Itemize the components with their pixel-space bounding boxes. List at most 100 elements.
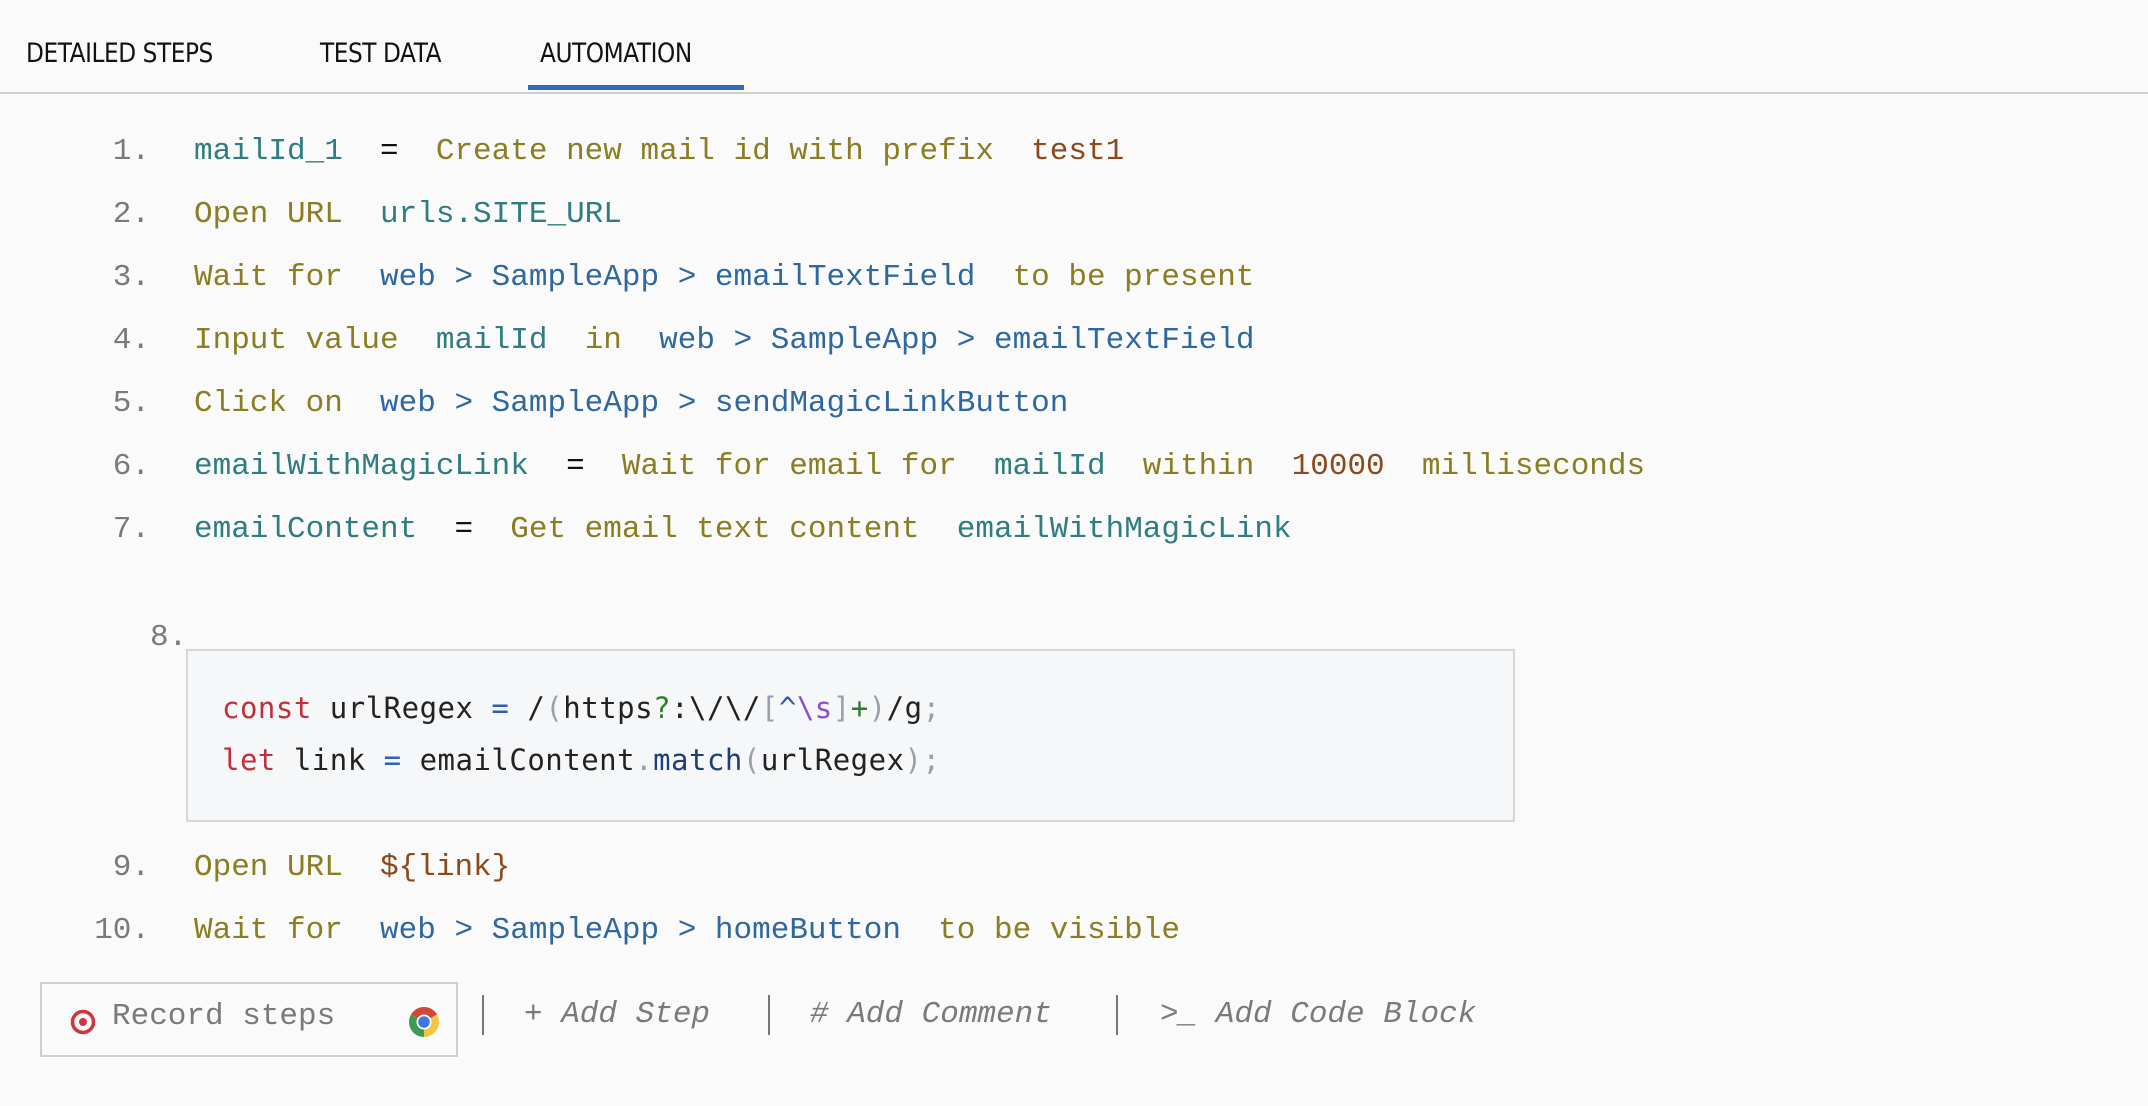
code-token: :\/\/ [671, 691, 761, 725]
toolbar-divider [1116, 995, 1118, 1035]
variable-token[interactable]: urls.SITE_URL [380, 197, 622, 232]
code-token: ( [742, 743, 761, 777]
code-token: . [635, 743, 654, 777]
add-step-button[interactable]: + Add Step [524, 997, 710, 1032]
step-content[interactable]: Wait for web > SampleApp > emailTextFiel… [194, 258, 1254, 298]
literal-token[interactable]: test1 [1031, 134, 1124, 169]
record-steps-label: Record steps [112, 999, 336, 1034]
literal-token[interactable]: 10000 [1292, 449, 1385, 484]
step-content[interactable]: Open URL ${link} [194, 848, 510, 888]
record-steps-button[interactable]: Record steps [40, 982, 458, 1057]
operator-token [399, 323, 436, 358]
action-token: Get email text content [510, 512, 920, 547]
step-number: 8. [150, 620, 188, 655]
add-code-block-button[interactable]: >_ Add Code Block [1160, 997, 1476, 1032]
operator-token [920, 512, 957, 547]
action-token: Create new mail id with prefix [435, 134, 994, 169]
locator-token[interactable]: web > SampleApp > homeButton [380, 913, 901, 948]
step-content[interactable]: Input value mailId in web > SampleApp > … [194, 321, 1254, 361]
action-token: to be visible [938, 913, 1180, 948]
code-token: ^ [778, 691, 797, 725]
variable-token[interactable]: emailWithMagicLink [957, 512, 1292, 547]
tab-detailed-steps[interactable]: DETAILED STEPS [26, 38, 213, 90]
locator-token[interactable]: web > SampleApp > emailTextField [380, 260, 975, 295]
operator-token [1254, 449, 1291, 484]
tab-automation[interactable]: AUTOMATION [540, 38, 692, 90]
step-number: 10. [94, 913, 150, 948]
action-token: Wait for [194, 260, 343, 295]
operator-token [1106, 449, 1143, 484]
code-token: ; [922, 743, 941, 777]
operator-token [622, 323, 659, 358]
action-token: milliseconds [1421, 449, 1646, 484]
code-token: const [222, 691, 312, 725]
operator-token [547, 323, 584, 358]
code-token: ) [868, 691, 887, 725]
action-token: Input value [194, 323, 399, 358]
variable-token[interactable]: emailWithMagicLink [194, 449, 529, 484]
step-row-code-block: 8. Code Block [0, 578, 464, 734]
action-token: Click on [194, 386, 343, 421]
code-editor[interactable]: const urlRegex = /(https?:\/\/[^\s]+)/g;… [186, 649, 1515, 822]
code-line: let link = emailContent.match(urlRegex); [222, 743, 940, 777]
operator-token [1385, 449, 1422, 484]
tab-bar: DETAILED STEPS TEST DATA AUTOMATION [0, 0, 2148, 94]
step-content[interactable]: emailContent = Get email text content em… [194, 510, 1292, 550]
code-token: link [275, 743, 384, 777]
operator-token: = [342, 134, 436, 169]
step-content[interactable]: Click on web > SampleApp > sendMagicLink… [194, 384, 1068, 424]
code-token: ; [922, 691, 941, 725]
action-token: Wait for email for [621, 449, 957, 484]
step-content[interactable]: emailWithMagicLink = Wait for email for … [194, 447, 1645, 487]
step-number: 7. [112, 512, 150, 547]
code-token: ? [653, 691, 672, 725]
code-token: ( [545, 691, 564, 725]
step-number: 2. [112, 197, 150, 232]
variable-token[interactable]: mailId [436, 323, 548, 358]
action-token: Open URL [194, 197, 343, 232]
code-line: const urlRegex = /(https?:\/\/[^\s]+)/g; [222, 691, 941, 725]
code-token: /g [886, 691, 923, 725]
code-token: [ [760, 691, 779, 725]
action-token: within [1142, 449, 1255, 484]
action-token: Open URL [194, 850, 343, 885]
locator-token[interactable]: web > SampleApp > sendMagicLinkButton [380, 386, 1068, 421]
operator-token [343, 913, 380, 948]
toolbar-divider [482, 995, 484, 1035]
step-content[interactable]: Wait for web > SampleApp > homeButton to… [194, 911, 1180, 951]
action-token: in [584, 323, 622, 358]
step-number: 1. [112, 134, 150, 169]
literal-token[interactable]: ${link} [380, 850, 510, 885]
step-toolbar: Record steps + Add Step # Add Comment >_… [0, 975, 2148, 1057]
operator-token: = [528, 449, 622, 484]
operator-token [957, 449, 994, 484]
variable-token[interactable]: mailId_1 [194, 134, 343, 169]
variable-token[interactable]: emailContent [194, 512, 417, 547]
code-token: ) [904, 743, 923, 777]
code-token: emailContent [401, 743, 636, 777]
step-number: 5. [112, 386, 150, 421]
code-token: = [491, 691, 510, 725]
action-token: to be present [1012, 260, 1255, 295]
step-number: 9. [112, 850, 150, 885]
operator-token [343, 386, 380, 421]
operator-token [343, 197, 380, 232]
add-comment-button[interactable]: # Add Comment [810, 997, 1052, 1032]
active-tab-indicator [528, 85, 744, 90]
step-number: 4. [112, 323, 150, 358]
toolbar-divider [768, 995, 770, 1035]
step-number: 6. [112, 449, 150, 484]
code-token: urlRegex [760, 743, 905, 777]
operator-token: = [417, 512, 511, 547]
chrome-icon[interactable] [408, 1006, 440, 1038]
step-number: 3. [112, 260, 150, 295]
step-content[interactable]: Open URL urls.SITE_URL [194, 195, 622, 235]
step-content[interactable]: mailId_1 = Create new mail id with prefi… [194, 132, 1124, 172]
operator-token [901, 913, 938, 948]
tab-test-data[interactable]: TEST DATA [320, 38, 442, 90]
variable-token[interactable]: mailId [994, 449, 1106, 484]
locator-token[interactable]: web > SampleApp > emailTextField [659, 323, 1254, 358]
operator-token [975, 260, 1012, 295]
code-token: + [850, 691, 869, 725]
code-token: \s [796, 691, 833, 725]
